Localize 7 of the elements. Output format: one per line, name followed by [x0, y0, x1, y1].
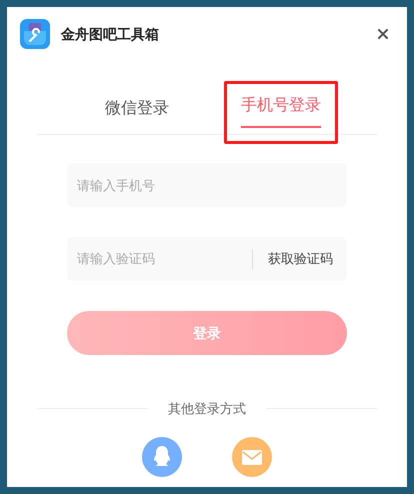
window-title: 金舟图吧工具箱: [61, 24, 159, 44]
phone-input-field[interactable]: 请输入手机号: [67, 163, 347, 207]
login-tab[interactable]: 微信登录: [105, 97, 169, 131]
other-login-label: 其他登录方式: [168, 400, 246, 418]
code-input-field[interactable]: 请输入验证码 获取验证码: [67, 237, 347, 281]
toolbox-app-icon: [20, 19, 50, 49]
get-code-button[interactable]: 获取验证码: [268, 249, 333, 269]
